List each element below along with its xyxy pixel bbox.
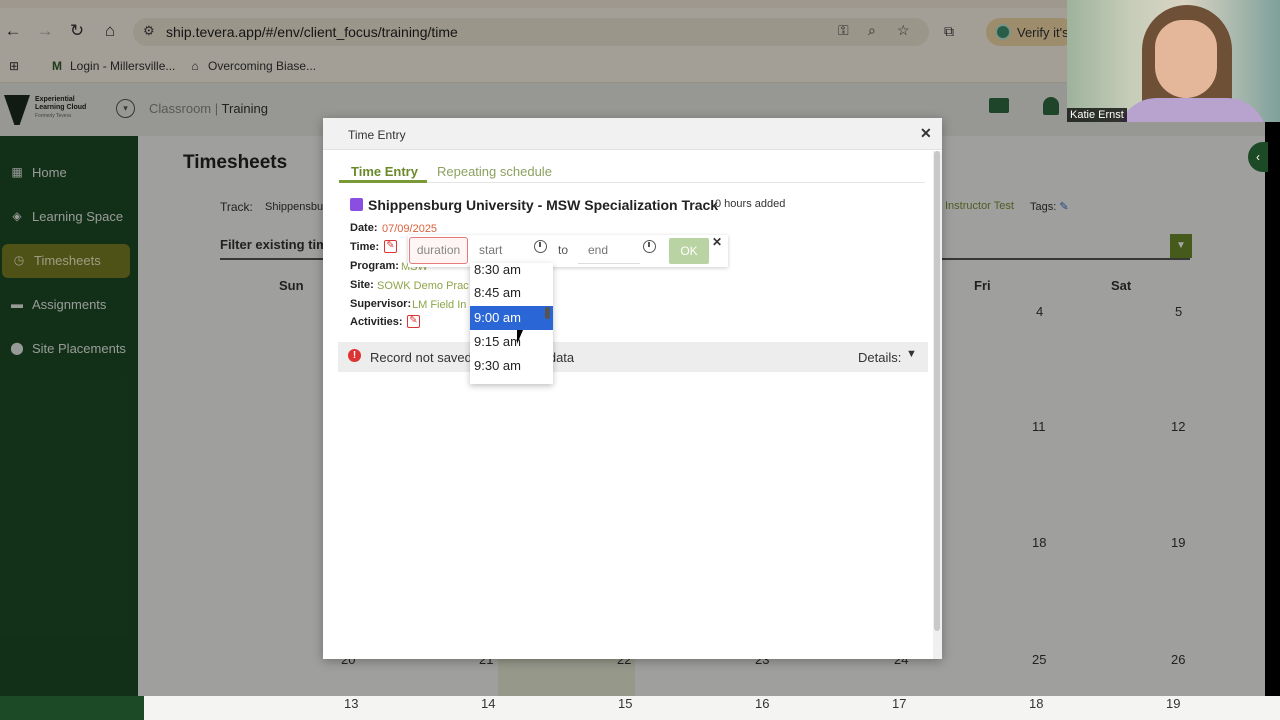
- modal-scrollbar[interactable]: [933, 151, 942, 659]
- time-option[interactable]: 8:30 am: [470, 263, 553, 282]
- status-bar: ! Record not saved: d data Details: ▼: [338, 342, 928, 372]
- time-option-selected[interactable]: 9:00 am: [470, 306, 553, 330]
- calendar-day[interactable]: 16: [755, 696, 769, 711]
- calendar-day[interactable]: 19: [1166, 696, 1180, 711]
- bottom-calendar-strip: 13 14 15 16 17 18 19: [0, 696, 1280, 720]
- start-clock-icon[interactable]: [534, 240, 547, 253]
- site-value[interactable]: SOWK Demo Prac: [377, 280, 469, 292]
- status-text: Record not saved:: [370, 350, 476, 365]
- start-time-input[interactable]: [476, 237, 536, 264]
- calendar-day[interactable]: 14: [481, 696, 495, 711]
- time-label: Time:: [350, 241, 380, 253]
- tab-time-entry[interactable]: Time Entry: [351, 164, 418, 179]
- supervisor-value[interactable]: LM Field In: [412, 299, 466, 311]
- error-icon: !: [348, 349, 361, 362]
- calendar-day[interactable]: 17: [892, 696, 906, 711]
- track-color-swatch: [350, 198, 363, 211]
- edit-time-icon[interactable]: ✎: [384, 240, 397, 253]
- program-label: Program:: [350, 260, 399, 272]
- mouse-cursor-icon: [517, 330, 529, 344]
- participant-shirt: [1117, 98, 1267, 122]
- end-time-input[interactable]: [578, 237, 640, 264]
- close-icon[interactable]: ✕: [920, 125, 932, 142]
- calendar-day[interactable]: 13: [344, 696, 358, 711]
- calendar-day[interactable]: 15: [618, 696, 632, 711]
- dropdown-scrollbar[interactable]: [545, 307, 550, 319]
- active-tab-indicator: [339, 180, 427, 183]
- duration-input[interactable]: duration: [409, 237, 468, 264]
- date-label: Date:: [350, 222, 378, 234]
- close-icon[interactable]: ✕: [712, 235, 722, 249]
- participant-face: [1155, 20, 1217, 98]
- time-option[interactable]: 8:45 am: [470, 281, 553, 305]
- modal-scroll-thumb[interactable]: [934, 151, 940, 631]
- date-value[interactable]: 07/09/2025: [382, 223, 437, 235]
- activities-label: Activities:: [350, 316, 403, 328]
- participant-name: Katie Ernst: [1067, 108, 1127, 122]
- to-label: to: [558, 243, 569, 257]
- modal-header: Time Entry ✕: [323, 118, 942, 150]
- sidebar-footer: [0, 696, 144, 720]
- supervisor-label: Supervisor:: [350, 298, 412, 310]
- site-label: Site:: [350, 279, 374, 291]
- screen: ← → ↻ ⌂ ⚙ ship.tevera.app/#/env/client_f…: [0, 0, 1280, 720]
- details-toggle[interactable]: Details:: [858, 350, 901, 365]
- modal-title: Time Entry: [348, 128, 406, 142]
- calendar-day[interactable]: 18: [1029, 696, 1043, 711]
- start-time-dropdown[interactable]: 8:30 am 8:45 am 9:00 am 9:15 am 9:30 am: [470, 263, 553, 384]
- video-tile: Katie Ernst: [1067, 0, 1280, 122]
- ok-button[interactable]: OK: [669, 238, 709, 264]
- time-editor: duration to OK ✕: [408, 235, 728, 267]
- hours-added: 0 hours added: [715, 198, 786, 210]
- time-option[interactable]: 9:30 am: [470, 354, 553, 378]
- time-entry-modal: Time Entry ✕ Time Entry Repeating schedu…: [323, 118, 942, 659]
- time-option[interactable]: 9:15 am: [470, 330, 553, 354]
- tab-repeating-schedule[interactable]: Repeating schedule: [437, 164, 552, 179]
- right-edge: [1265, 122, 1280, 696]
- chevron-down-icon[interactable]: ▼: [906, 348, 917, 360]
- track-name: Shippensburg University - MSW Specializa…: [368, 197, 719, 213]
- end-clock-icon[interactable]: [643, 240, 656, 253]
- edit-activities-icon[interactable]: ✎: [407, 315, 420, 328]
